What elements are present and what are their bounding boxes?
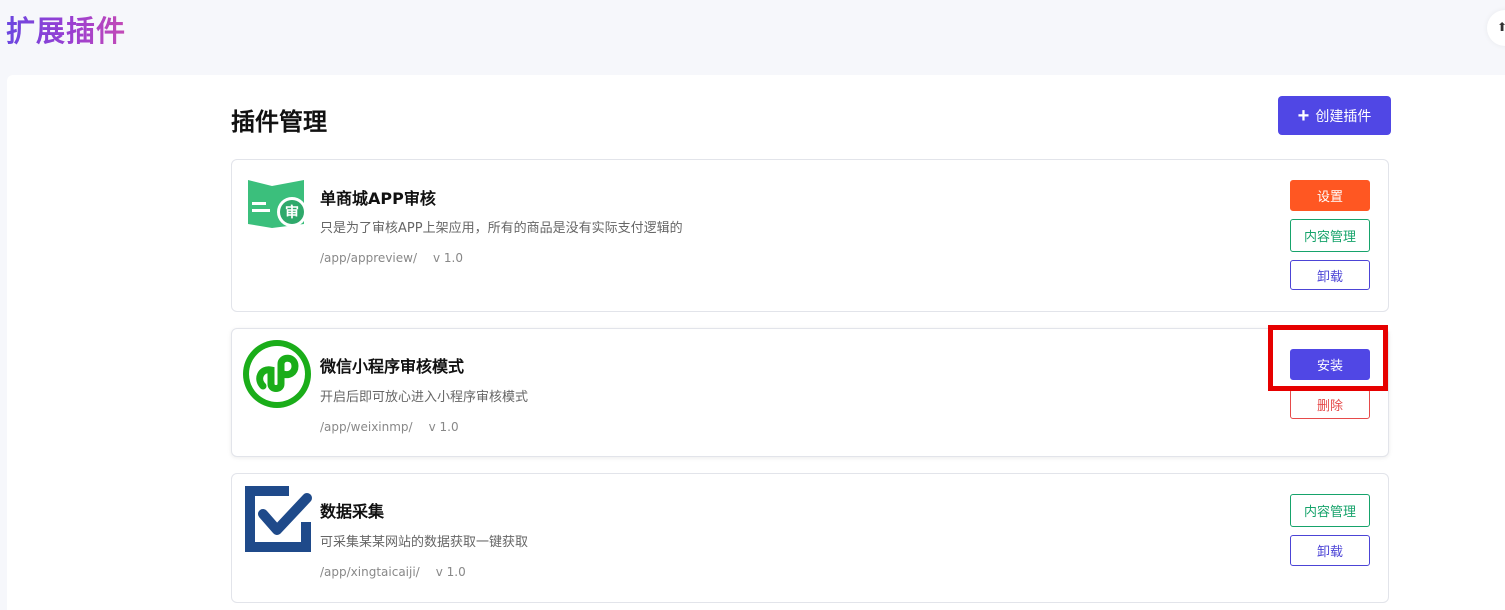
install-button[interactable]: 安装 (1290, 349, 1370, 380)
plugin-description: 只是为了审核APP上架应用，所有的商品是没有实际支付逻辑的 (320, 221, 683, 236)
section-title: 插件管理 (231, 108, 327, 136)
app-review-icon: 审 (248, 180, 307, 228)
content-manage-button[interactable]: 内容管理 (1290, 219, 1370, 252)
app-review-icon-glyph: 审 (285, 204, 299, 221)
plugin-meta: /app/weixinmp/v 1.0 (320, 420, 459, 434)
top-right-button[interactable]: ⬆ (1487, 10, 1505, 46)
plugin-path: /app/weixinmp/ (320, 420, 413, 434)
delete-button[interactable]: 删除 (1290, 389, 1370, 419)
wechat-miniprogram-icon (243, 340, 311, 408)
plugin-version: v 1.0 (435, 565, 466, 579)
app-title: 扩展插件 (6, 8, 126, 50)
plus-icon: + (1297, 104, 1310, 127)
settings-button[interactable]: 设置 (1290, 180, 1370, 211)
plugin-version: v 1.0 (428, 420, 459, 434)
plugin-path: /app/xingtaicaiji/ (320, 565, 420, 579)
plugin-description: 开启后即可放心进入小程序审核模式 (320, 390, 529, 405)
create-plugin-label: 创建插件 (1315, 107, 1372, 124)
plugin-name: 单商城APP审核 (320, 189, 436, 208)
plugin-card-appreview: 审 单商城APP审核 只是为了审核APP上架应用，所有的商品是没有实际支付逻辑的… (231, 159, 1389, 312)
plugin-path: /app/appreview/ (320, 251, 417, 265)
uninstall-button[interactable]: 卸载 (1290, 535, 1370, 566)
content-manage-button[interactable]: 内容管理 (1290, 494, 1370, 527)
plugin-card-weixinmp: 微信小程序审核模式 开启后即可放心进入小程序审核模式 /app/weixinmp… (231, 328, 1389, 457)
create-plugin-button[interactable]: + 创建插件 (1278, 96, 1391, 135)
plugin-meta: /app/appreview/v 1.0 (320, 251, 463, 265)
plugin-card-xingtaicaiji: 数据采集 可采集某某网站的数据获取一键获取 /app/xingtaicaiji/… (231, 473, 1389, 603)
checkmark-box-icon (245, 486, 312, 552)
plugin-name: 数据采集 (320, 502, 385, 521)
plugin-name: 微信小程序审核模式 (320, 357, 465, 376)
arrow-up-icon: ⬆ (1497, 20, 1505, 34)
plugin-version: v 1.0 (433, 251, 463, 265)
plugin-description: 可采集某某网站的数据获取一键获取 (320, 535, 529, 550)
uninstall-button[interactable]: 卸载 (1290, 260, 1370, 290)
plugin-meta: /app/xingtaicaiji/v 1.0 (320, 565, 466, 579)
